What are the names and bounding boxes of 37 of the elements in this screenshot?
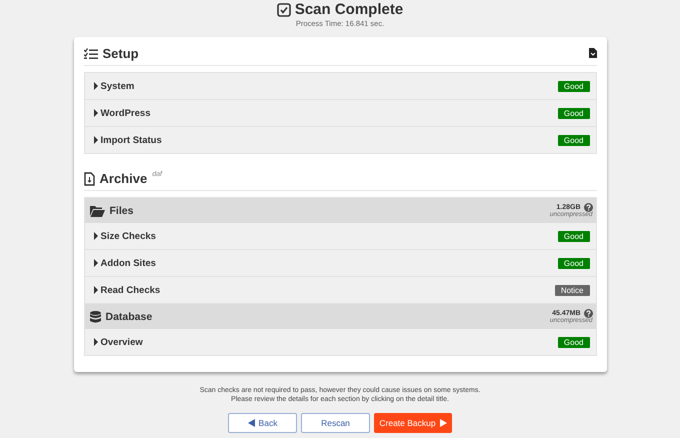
group-title: Files (110, 204, 134, 216)
caret-icon (92, 82, 98, 90)
folder-icon (90, 204, 104, 216)
file-icon (84, 172, 94, 186)
check-row[interactable]: Import Status Good (84, 127, 596, 153)
status-badge: Good (558, 80, 590, 92)
left-triangle-icon (248, 419, 255, 427)
section-title: Setup (102, 46, 139, 61)
database-icon (90, 310, 100, 322)
check-row[interactable]: Size Checks Good (84, 223, 596, 250)
check-row[interactable]: WordPress Good (84, 100, 596, 127)
caret-icon (92, 109, 98, 117)
caret-icon (92, 259, 98, 267)
page-title: Scan Complete (294, 1, 404, 18)
group-title: Database (106, 310, 152, 322)
caret-icon (92, 136, 98, 144)
check-row[interactable]: Overview Good (84, 329, 596, 355)
back-button[interactable]: Back (228, 413, 297, 433)
check-row[interactable]: System Good (84, 73, 596, 100)
caret-icon (92, 338, 98, 346)
status-badge: Good (558, 108, 590, 118)
status-badge: Good (558, 230, 590, 242)
section-title: Archive (100, 171, 148, 186)
status-badge: Good (558, 336, 590, 348)
check-row[interactable]: Addon Sites Good (84, 250, 596, 277)
status-badge: Notice (554, 284, 590, 296)
help-icon (584, 202, 592, 212)
checkbox-icon (276, 2, 291, 16)
document-icon (588, 48, 596, 58)
caret-icon (92, 286, 98, 294)
help-icon (584, 308, 592, 318)
rescan-button[interactable]: Rescan (301, 413, 370, 433)
status-badge: Good (558, 258, 590, 268)
checklist-icon (84, 48, 98, 60)
caret-icon (92, 232, 98, 240)
status-badge: Good (558, 134, 590, 146)
right-triangle-icon (440, 419, 447, 427)
